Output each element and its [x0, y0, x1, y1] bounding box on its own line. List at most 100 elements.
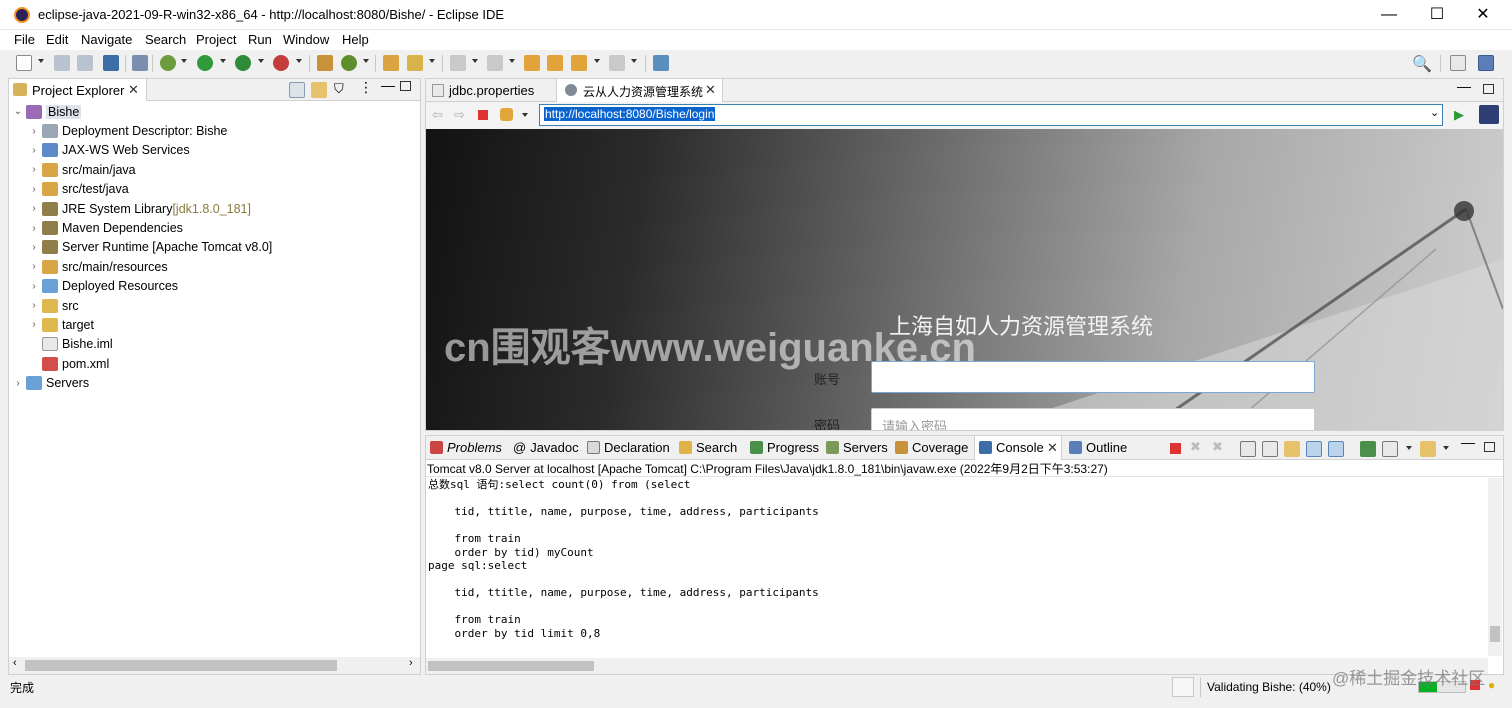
coverage-icon[interactable] [273, 55, 289, 71]
tree-item[interactable]: › src/main/resources [12, 257, 417, 276]
tree-item[interactable]: Bishe.iml [12, 335, 417, 354]
run-server-icon[interactable] [235, 55, 251, 71]
terminal-icon[interactable] [103, 55, 119, 71]
minimize-view-icon[interactable]: — [1461, 434, 1475, 450]
forward-arrow-icon[interactable]: ⇨ [454, 107, 465, 123]
horizontal-scrollbar[interactable]: ‹ › [9, 657, 420, 674]
scroll-right-icon[interactable]: › [409, 657, 413, 669]
tab-servers[interactable]: Servers [826, 440, 888, 455]
show-stdout-icon[interactable] [1306, 441, 1322, 457]
tree-item[interactable]: › JRE System Library [jdk1.8.0_181] [12, 199, 417, 218]
tree-root-bishe[interactable]: ⌄ Bishe [12, 102, 417, 121]
minimize-view-icon[interactable]: — [1457, 78, 1471, 94]
maximize-view-icon[interactable] [400, 81, 411, 91]
last-edit-icon[interactable] [524, 55, 540, 71]
chevron-right-icon[interactable]: › [28, 203, 40, 214]
close-window-button[interactable]: ✕ [1460, 0, 1506, 30]
tree-root-servers[interactable]: › Servers [12, 373, 417, 392]
password-input[interactable]: 请输入密码 [871, 408, 1315, 430]
tab-outline[interactable]: Outline [1069, 440, 1127, 455]
scroll-lock-icon[interactable] [1262, 441, 1278, 457]
menu-edit[interactable]: Edit [46, 32, 68, 47]
open-console-icon[interactable] [1420, 441, 1436, 457]
minimize-view-icon[interactable]: — [381, 77, 395, 93]
scroll-left-icon[interactable]: ‹ [13, 657, 17, 669]
maximize-button[interactable]: ☐ [1414, 0, 1460, 30]
chevron-right-icon[interactable]: › [28, 126, 40, 137]
menu-search[interactable]: Search [145, 32, 186, 47]
tab-console[interactable]: Console ✕ [974, 436, 1062, 461]
menu-navigate[interactable]: Navigate [81, 32, 132, 47]
new-class-icon[interactable] [341, 55, 357, 71]
menu-help[interactable]: Help [342, 32, 369, 47]
view-menu-icon[interactable]: ⋮ [359, 79, 373, 96]
new-java-project-icon[interactable] [317, 55, 333, 71]
tree-item[interactable]: › src/test/java [12, 180, 417, 199]
search-icon[interactable]: 🔍 [1412, 54, 1432, 74]
tree-item[interactable]: › src/main/java [12, 160, 417, 179]
tree-item[interactable]: › Deployment Descriptor: Bishe [12, 121, 417, 140]
scrollbar-thumb[interactable] [1490, 626, 1500, 642]
chevron-right-icon[interactable]: › [28, 184, 40, 195]
chevron-right-icon[interactable]: › [28, 281, 40, 292]
close-icon[interactable]: ✕ [705, 82, 716, 98]
debug-icon[interactable] [160, 55, 176, 71]
back-icon[interactable] [547, 55, 563, 71]
menu-window[interactable]: Window [283, 32, 329, 47]
tab-declaration[interactable]: Declaration [587, 440, 670, 455]
java-ee-perspective-icon[interactable] [1478, 55, 1494, 71]
tip-icon[interactable]: ● [1488, 678, 1495, 692]
save-icon[interactable] [54, 55, 70, 71]
chevron-right-icon[interactable]: › [12, 378, 24, 389]
maximize-view-icon[interactable] [1483, 84, 1494, 94]
tab-browser[interactable]: 云从人力资源管理系统 ✕ [557, 79, 723, 103]
tab-javadoc[interactable]: @ Javadoc [513, 440, 579, 455]
close-icon[interactable]: ✕ [1047, 440, 1058, 456]
pin-console-icon[interactable] [1360, 441, 1376, 457]
tree-item[interactable]: pom.xml [12, 354, 417, 373]
url-dropdown-icon[interactable]: ⌄ [1430, 106, 1439, 119]
browser-settings-icon[interactable] [1479, 105, 1499, 124]
chevron-right-icon[interactable]: › [28, 164, 40, 175]
display-console-icon[interactable] [1382, 441, 1398, 457]
chevron-right-icon[interactable]: › [28, 261, 40, 272]
tab-project-explorer[interactable]: Project Explorer ✕ [9, 79, 147, 101]
tree-item[interactable]: › Deployed Resources [12, 277, 417, 296]
open-type-icon[interactable] [383, 55, 399, 71]
skip-breakpoints-icon[interactable] [132, 55, 148, 71]
tree-item[interactable]: › target [12, 315, 417, 334]
menu-project[interactable]: Project [196, 32, 236, 47]
show-stderr-icon[interactable] [1328, 441, 1344, 457]
tree-item[interactable]: › JAX-WS Web Services [12, 141, 417, 160]
tree-item[interactable]: › Server Runtime [Apache Tomcat v8.0] [12, 238, 417, 257]
tab-jdbc-properties[interactable]: jdbc.properties [426, 79, 557, 102]
remove-launch-icon[interactable]: ✖ [1190, 439, 1201, 455]
run-icon[interactable] [197, 55, 213, 71]
scrollbar-thumb[interactable] [25, 660, 337, 671]
clear-console-icon[interactable] [1240, 441, 1256, 457]
url-input[interactable]: http://localhost:8080/Bishe/login [539, 104, 1443, 126]
background-tasks-icon[interactable] [1172, 677, 1194, 697]
open-perspective-icon[interactable] [1450, 55, 1466, 71]
link-editor-icon[interactable] [311, 82, 327, 98]
tree-item[interactable]: › src [12, 296, 417, 315]
go-icon[interactable]: ▶ [1454, 107, 1464, 123]
tree-item[interactable]: › Maven Dependencies [12, 218, 417, 237]
collapse-all-icon[interactable] [289, 82, 305, 98]
minimize-button[interactable]: — [1366, 0, 1412, 30]
horizontal-scrollbar[interactable] [426, 658, 1488, 674]
next-annotation-icon[interactable] [450, 55, 466, 71]
stop-icon[interactable] [478, 110, 488, 120]
chevron-right-icon[interactable]: › [28, 145, 40, 156]
chevron-right-icon[interactable]: › [28, 300, 40, 311]
forward-icon[interactable] [609, 55, 625, 71]
close-icon[interactable]: ✕ [128, 82, 139, 98]
vertical-scrollbar[interactable] [1488, 478, 1502, 656]
chevron-right-icon[interactable]: › [28, 223, 40, 234]
chevron-down-icon[interactable]: ⌄ [12, 106, 24, 117]
chevron-right-icon[interactable]: › [28, 319, 40, 330]
back-arrow-icon[interactable]: ⇦ [432, 107, 443, 123]
filter-icon[interactable]: ⛉ [334, 81, 344, 97]
tab-progress[interactable]: Progress [750, 440, 819, 455]
chevron-right-icon[interactable]: › [28, 242, 40, 253]
